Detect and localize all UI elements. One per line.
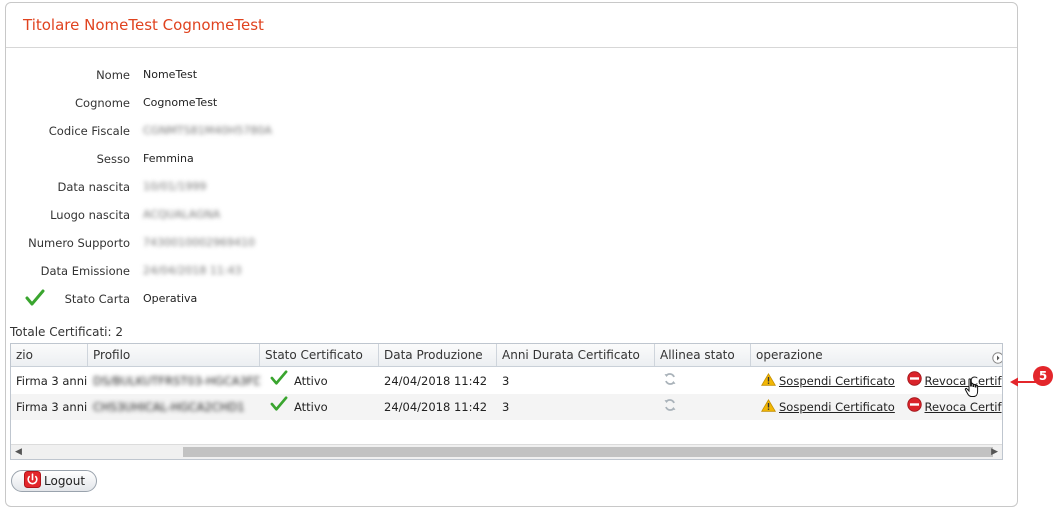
- panel-header: Titolare NomeTest CognomeTest: [6, 3, 1017, 48]
- scrollbar-thumb[interactable]: [183, 447, 993, 457]
- grid-header: zio Profilo Stato Certificato Data Produ…: [11, 344, 1002, 367]
- horizontal-scrollbar[interactable]: ◀ ▶: [11, 444, 1002, 459]
- cell-profilo: DS/BULKUTFRST03-HGCA3FD1: [93, 374, 260, 388]
- callout-marker: 5: [1033, 366, 1053, 386]
- cell-allinea: [655, 394, 751, 420]
- scroll-right-arrow-icon[interactable]: ▶: [991, 447, 998, 457]
- stop-icon: [906, 369, 922, 395]
- cell-stato: Attivo: [260, 394, 379, 420]
- field-value: NomeTest: [143, 68, 198, 81]
- field-label: Stato Carta: [64, 292, 130, 306]
- cell-servizio: Firma 3 anni: [16, 374, 88, 388]
- field-label: Data Emissione: [40, 264, 130, 278]
- logout-button[interactable]: Logout: [11, 470, 97, 492]
- field-sesso: Sesso Femmina: [5, 149, 405, 169]
- power-icon: [24, 471, 41, 491]
- field-value: Operativa: [143, 292, 198, 305]
- check-icon: [270, 395, 288, 421]
- panel-title: Titolare NomeTest CognomeTest: [23, 16, 264, 34]
- field-label: Data nascita: [57, 180, 130, 194]
- scroll-right-icon[interactable]: [992, 349, 1002, 368]
- column-header-data-produzione[interactable]: Data Produzione: [379, 344, 497, 366]
- logout-label: Logout: [44, 474, 86, 488]
- field-numero-supporto: Numero Supporto 7430010002969410: [5, 233, 405, 253]
- cell-anni-durata: 3: [502, 400, 510, 414]
- field-data-emissione: Data Emissione 24/04/2018 11:43: [5, 261, 405, 281]
- field-label: Luogo nascita: [50, 208, 130, 222]
- field-luogo-nascita: Luogo nascita ACQUALAGNA: [5, 205, 405, 225]
- certificates-grid: zio Profilo Stato Certificato Data Produ…: [10, 343, 1003, 460]
- field-cognome: Cognome CognomeTest: [5, 93, 405, 113]
- field-value-redacted: 7430010002969410: [143, 236, 255, 249]
- column-header-stato[interactable]: Stato Certificato: [260, 344, 379, 366]
- refresh-icon[interactable]: [663, 395, 677, 421]
- sospendi-certificato-link[interactable]: Sospendi Certificato: [779, 400, 895, 414]
- cell-servizio: Firma 3 anni: [16, 400, 88, 414]
- revoca-certificato-link[interactable]: Revoca Certif: [925, 374, 1002, 388]
- field-nome: Nome NomeTest: [5, 65, 405, 85]
- field-label: Sesso: [96, 152, 130, 166]
- column-header-profilo[interactable]: Profilo: [88, 344, 260, 366]
- field-value: Femmina: [143, 152, 194, 165]
- check-icon: [270, 369, 288, 395]
- field-value-redacted: 10/01/1999: [143, 180, 207, 193]
- table-row[interactable]: Firma 3 anni DS/BULKUTFRST03-HGCA3FD1 At…: [11, 368, 1002, 394]
- field-value-redacted: 24/04/2018 11:43: [143, 264, 242, 277]
- field-label: Codice Fiscale: [48, 124, 130, 138]
- field-stato-carta: Stato Carta Operativa: [5, 289, 405, 309]
- field-value-redacted: ACQUALAGNA: [143, 208, 221, 221]
- warning-icon: [760, 369, 777, 395]
- field-codice-fiscale: Codice Fiscale CGNMTS81M40H5780A: [5, 121, 405, 141]
- warning-icon: [760, 395, 777, 421]
- field-data-nascita: Data nascita 10/01/1999: [5, 177, 405, 197]
- field-label: Cognome: [75, 96, 130, 110]
- cell-anni-durata: 3: [502, 374, 510, 388]
- revoca-certificato-link[interactable]: Revoca Certif: [925, 400, 1002, 414]
- cell-stato: Attivo: [260, 368, 379, 394]
- scroll-left-arrow-icon[interactable]: ◀: [15, 447, 22, 457]
- hand-cursor-icon: [964, 378, 980, 402]
- column-header-servizio[interactable]: zio: [11, 344, 88, 366]
- refresh-icon[interactable]: [663, 369, 677, 395]
- field-value: CognomeTest: [143, 96, 218, 109]
- cell-data-produzione: 24/04/2018 11:42: [384, 374, 488, 388]
- field-label: Nome: [96, 68, 130, 82]
- cell-profilo: CHS3UHICAL-HGCA2CHD1: [93, 400, 245, 414]
- field-label: Numero Supporto: [28, 236, 130, 250]
- totale-certificati: Totale Certificati: 2: [10, 325, 123, 339]
- stop-icon: [906, 395, 922, 421]
- cell-data-produzione: 24/04/2018 11:42: [384, 400, 488, 414]
- cell-allinea: [655, 368, 751, 394]
- stato-label: Attivo: [294, 400, 328, 414]
- sospendi-certificato-link[interactable]: Sospendi Certificato: [779, 374, 895, 388]
- table-row[interactable]: Firma 3 anni CHS3UHICAL-HGCA2CHD1 Attivo…: [11, 394, 1002, 420]
- column-header-operazione[interactable]: operazione: [751, 344, 1002, 366]
- column-header-allinea[interactable]: Allinea stato: [655, 344, 751, 366]
- field-value-redacted: CGNMTS81M40H5780A: [143, 124, 272, 137]
- stato-label: Attivo: [294, 374, 328, 388]
- column-header-anni-durata[interactable]: Anni Durata Certificato: [497, 344, 655, 366]
